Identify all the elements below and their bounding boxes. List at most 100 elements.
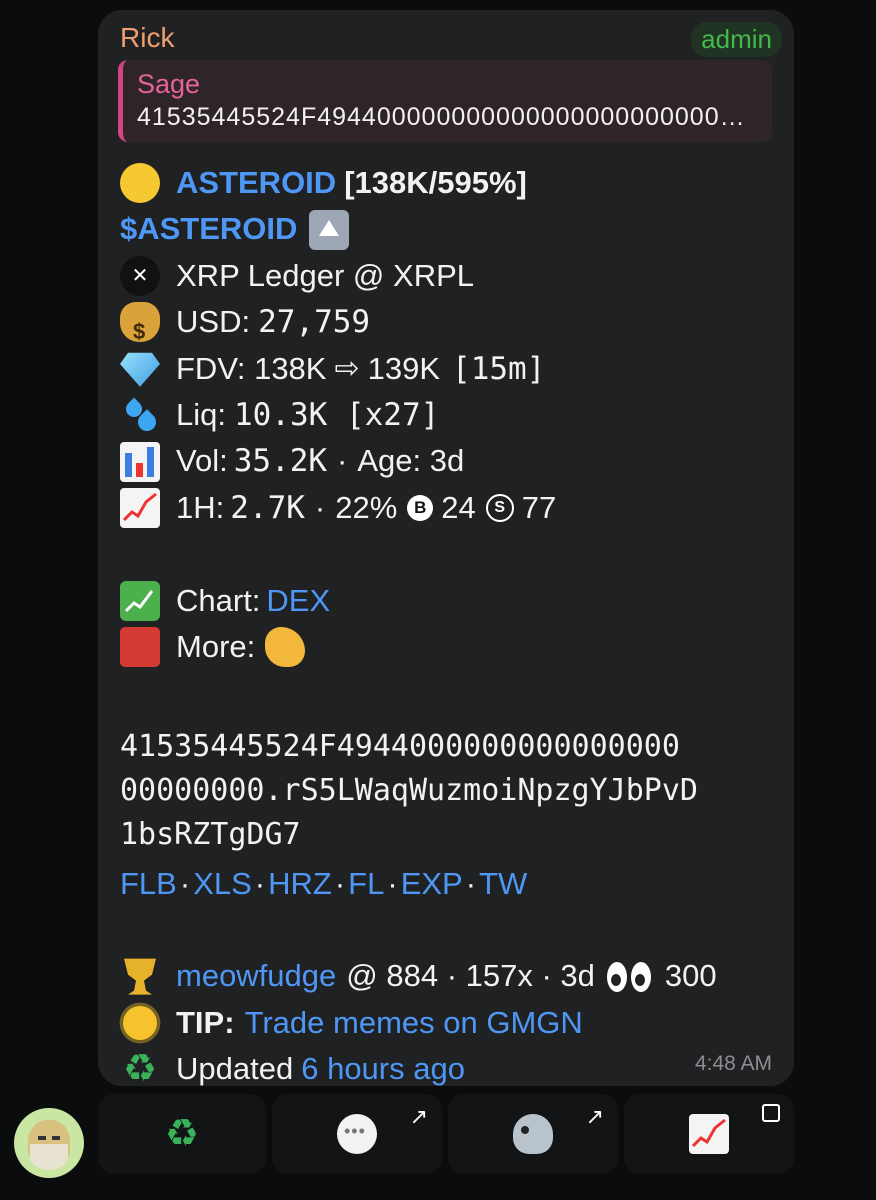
avatar-eye [52,1136,60,1140]
refresh-button[interactable]: ♻ [98,1094,266,1174]
usd-value: 27,759 [258,304,371,341]
tip-label: TIP: [176,1004,235,1040]
money-bag-icon [120,302,160,356]
ticker-link[interactable]: $ASTEROID [120,206,297,252]
address-line: 41535445524F4944000000000000000 [120,728,680,764]
link-tw[interactable]: TW [479,861,527,907]
contract-address[interactable]: 41535445524F4944000000000000000 00000000… [120,725,790,857]
usd-line: USD: 27,759 [120,299,790,356]
ticker-line: $ASTEROID [120,206,790,252]
yellow-circle-icon [120,163,160,204]
token-name-link[interactable]: ASTEROID [176,160,336,206]
admin-badge: admin [691,22,782,57]
message-bubble: Rick admin Sage 41535445524F494400000000… [98,10,794,1089]
separator-dot: · [387,865,398,901]
external-link-icon: ↗ [585,1104,604,1129]
dex-link[interactable]: DEX [266,578,330,624]
top-holder-link[interactable]: meowfudge [176,953,336,999]
chart-label: Chart: [176,582,261,618]
reply-author: Sage [137,69,201,99]
age: Age: 3d [357,443,465,479]
hour-value: 2.7K [230,489,305,526]
chart-line: Chart: DEX [120,578,790,624]
toolbox-icon [120,627,160,668]
vol-line: Vol: 35.2K · Age: 3d [120,438,790,484]
bird-icon [513,1114,553,1154]
hour-line: 1H: 2.7K · 22% B 24 S 77 [120,485,790,531]
chain-text: XRP Ledger @ XRPL [176,257,474,293]
separator-dot: · [334,865,346,901]
trophy-icon [124,958,156,995]
holder-stats: @ 884 · 157x · 3d [346,958,595,994]
updated-line: ♻ Updated 6 hours ago [120,1046,790,1092]
link-exp[interactable]: EXP [401,861,463,907]
comment-button[interactable]: ↗ [272,1094,442,1174]
buys-icon: B [407,494,434,521]
updated-link[interactable]: 6 hours ago [301,1046,465,1092]
fdv-label: FDV: 138K [176,350,327,386]
fdv-line: FDV: 138K ⇨ 139K [15m] [120,346,790,392]
up-arrow-icon [309,209,350,250]
holder-line: meowfudge @ 884 · 157x · 3d 300 [120,953,790,999]
separator-dot: · [337,443,348,479]
tip-line: TIP: Trade memes on GMGN [120,1000,790,1046]
address-line: 1bsRZTgDG7 [120,816,301,852]
avatar-beard [30,1144,68,1170]
link-hrz[interactable]: HRZ [268,861,332,907]
separator-dot: · [179,865,191,901]
fdv-to: 139K [367,350,441,386]
xrp-icon: ✕ [120,255,160,296]
droplets-icon [120,395,160,435]
buys-count: 24 [441,489,476,525]
watchers: 300 [664,958,717,994]
recycle-icon: ♻ [164,1113,200,1155]
recycle-icon: ♻ [122,1048,158,1091]
gem-icon [120,352,160,387]
reply-text: 41535445524F4944000000000000000000000000… [137,103,758,131]
avatar[interactable] [14,1108,84,1178]
vol-label: Vol: [176,443,228,479]
liq-label: Liq: [176,396,226,432]
sells-icon: S [485,493,514,522]
separator-dot: · [314,489,326,525]
chart-button[interactable] [624,1094,794,1174]
sun-face-icon [123,1006,157,1041]
web-app-icon [762,1104,780,1122]
link-xls[interactable]: XLS [193,861,252,907]
flexed-biceps-icon[interactable] [265,627,306,668]
bar-chart-icon [120,441,160,482]
sender-name[interactable]: Rick [120,22,174,54]
hour-label: 1H: [176,489,225,525]
chain-line: ✕ XRP Ledger @ XRPL [120,253,790,299]
eyes-icon [606,960,653,994]
liq-line: Liq: 10.3K [x27] [120,392,790,438]
mcap-change: [138K/595%] [344,165,527,200]
more-label: More: [176,628,256,664]
sells-count: 77 [521,489,557,525]
separator-dot: · [254,865,266,901]
link-flb[interactable]: FLB [120,861,177,907]
avatar-eye [38,1136,46,1140]
bird-button[interactable]: ↗ [448,1094,618,1174]
hour-pct: 22% [335,489,398,525]
quick-links: FLB · XLS · HRZ · FL · EXP · TW [120,861,790,907]
reply-preview[interactable]: Sage 41535445524F49440000000000000000000… [118,60,772,142]
address-line: 00000000.rS5LWaqWuzmoiNpzgYJbPvD [120,772,698,808]
chart-increasing-icon [689,1114,729,1154]
vol-value: 35.2K [233,443,328,480]
token-title-line: ASTEROID [138K/595%] [120,160,790,206]
right-arrow-icon: ⇨ [334,351,360,385]
tip-link[interactable]: Trade memes on GMGN [245,1000,583,1046]
fdv-interval: [15m] [452,350,546,387]
link-fl[interactable]: FL [348,861,384,907]
liq-value: 10.3K [x27] [233,396,440,433]
chart-yen-icon [120,580,160,621]
external-link-icon: ↗ [409,1104,428,1129]
message-time: 4:48 AM [694,1052,772,1075]
usd-label: USD: [176,304,251,340]
separator-dot: · [465,865,477,901]
updated-label: Updated [176,1051,294,1087]
